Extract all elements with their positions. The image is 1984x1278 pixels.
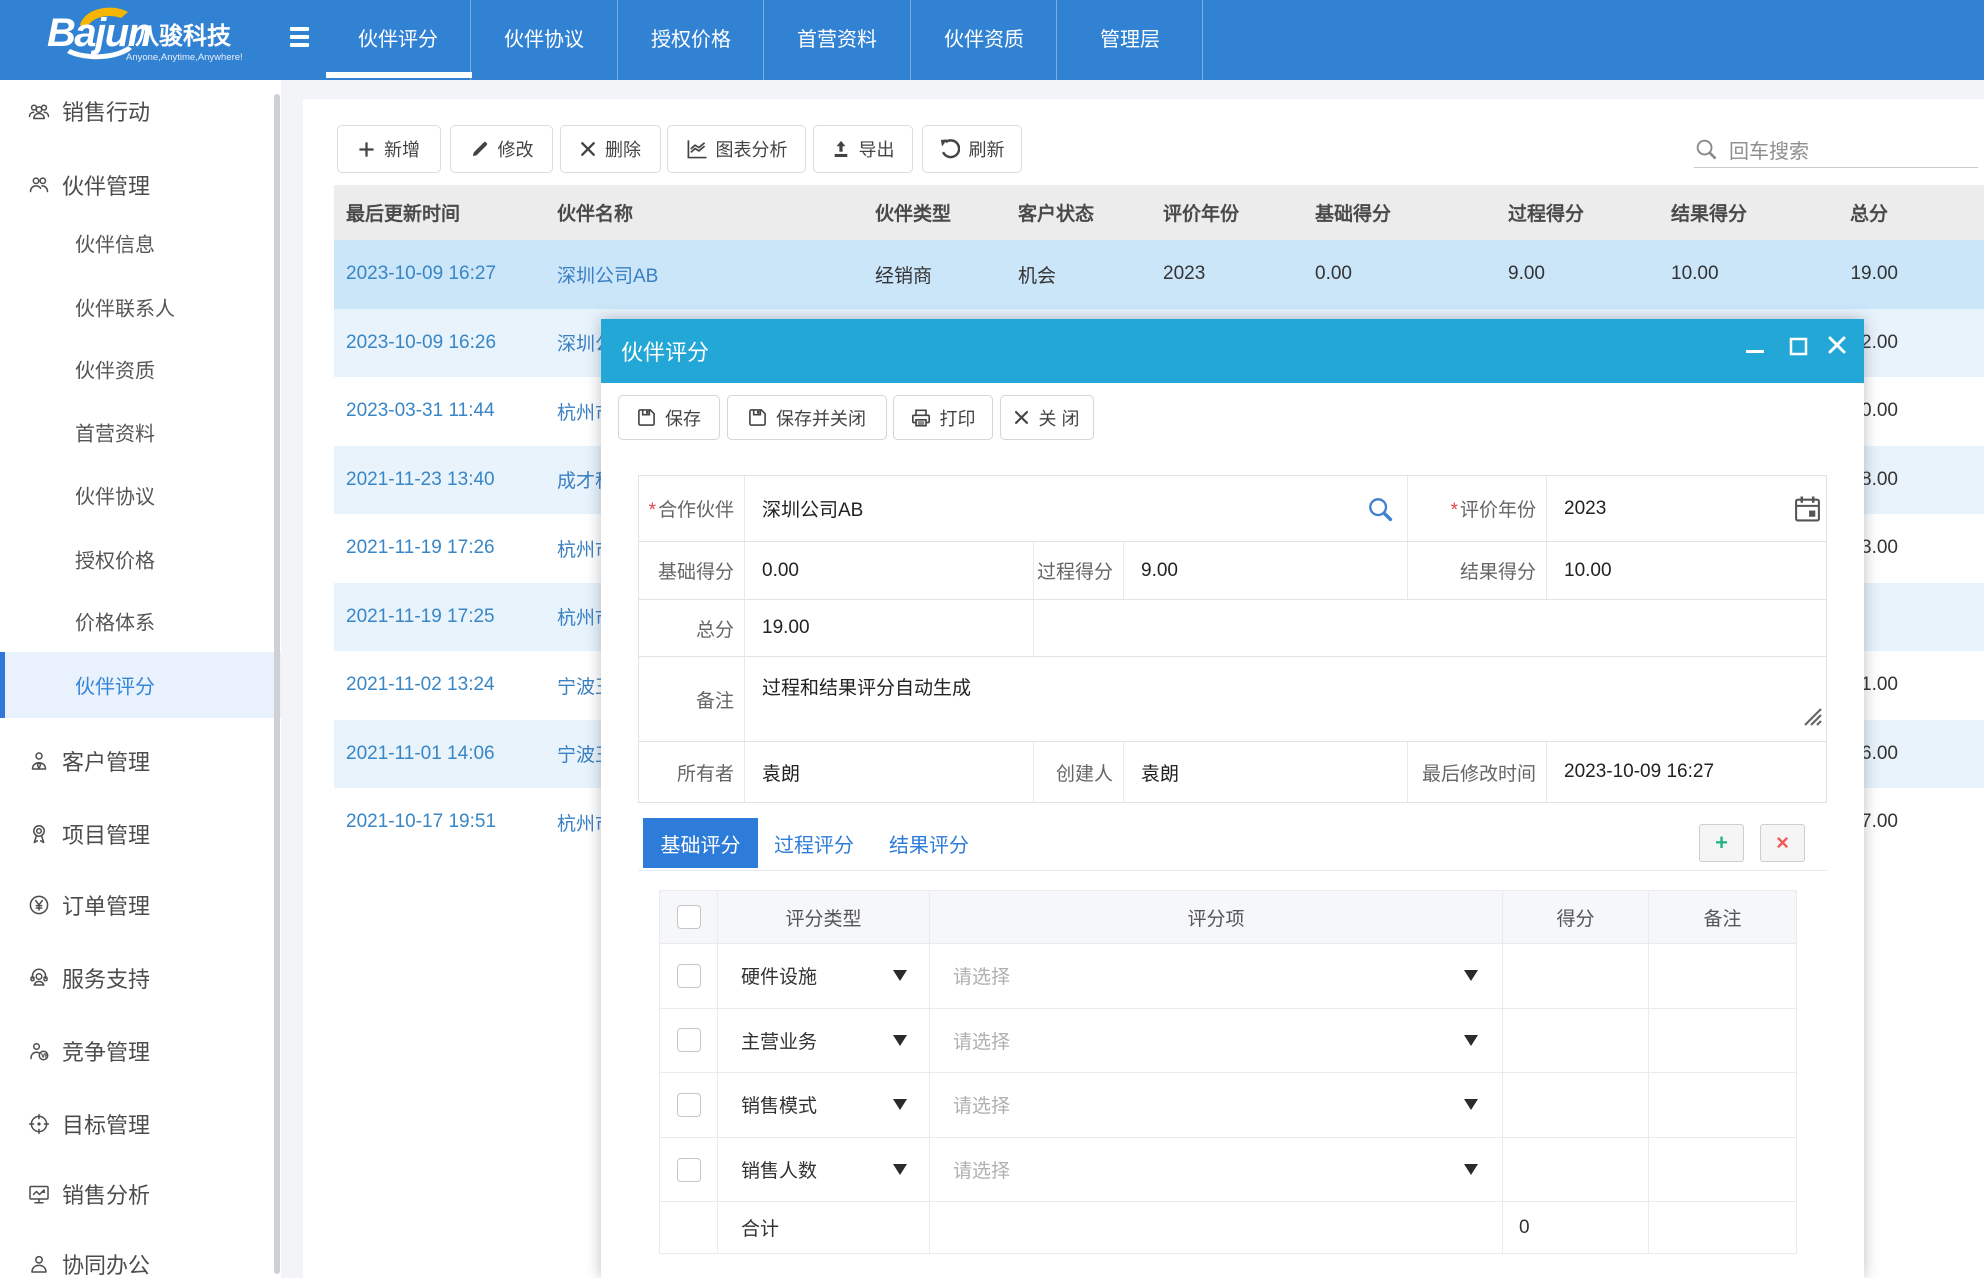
svg-text:VS: VS xyxy=(41,1053,48,1059)
svg-text:Anyone,Anytime,Anywhere!: Anyone,Anytime,Anywhere! xyxy=(126,52,243,63)
svg-text:八骏科技: 八骏科技 xyxy=(135,22,232,50)
